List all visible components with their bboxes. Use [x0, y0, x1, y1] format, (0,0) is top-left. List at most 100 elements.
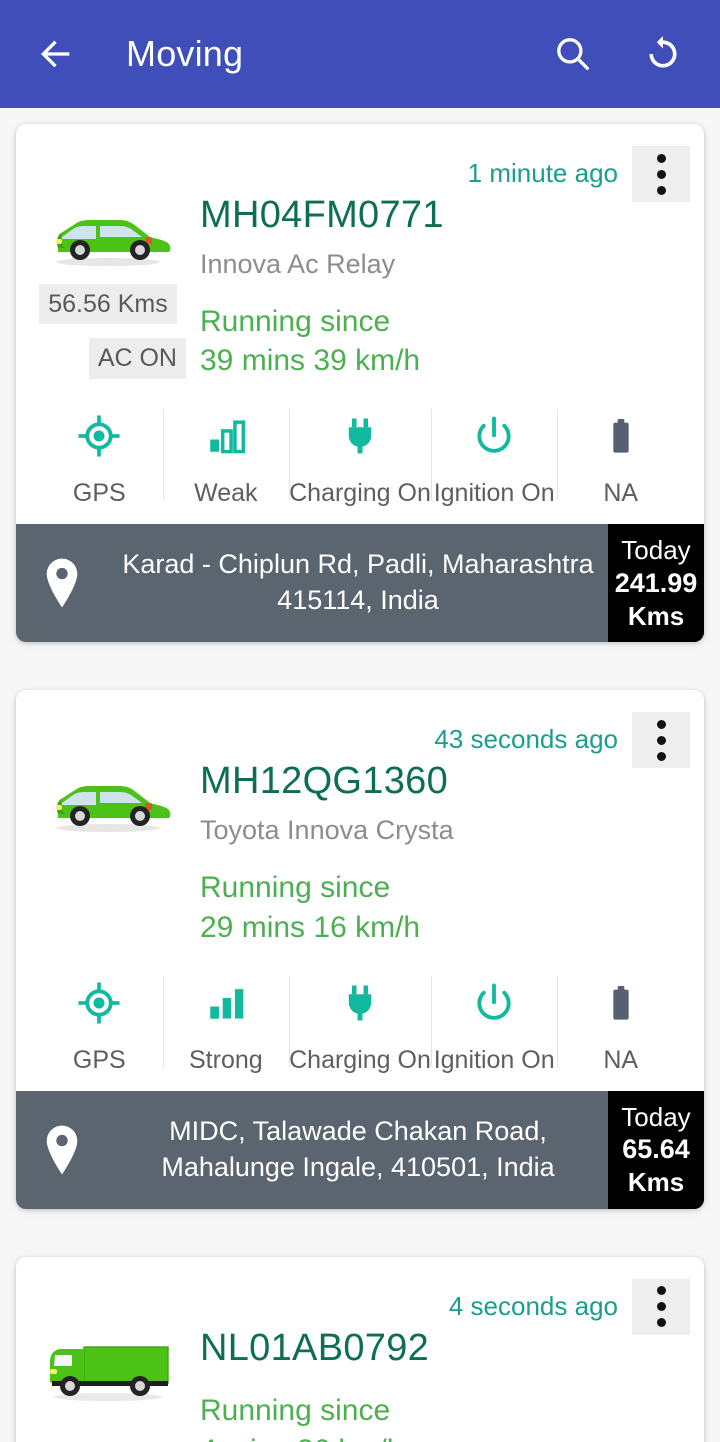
today-distance-unit: Kms	[627, 601, 685, 632]
status-label: GPS	[72, 1045, 126, 1074]
status-label: Charging On	[289, 1045, 431, 1074]
status-charging[interactable]: Charging On	[289, 407, 431, 508]
status-label: NA	[603, 1045, 639, 1074]
vehicle-info-column: NL01AB0792 Running since 4 mins 26 km/h	[186, 1325, 690, 1442]
card-header-row: 43 seconds ago	[30, 690, 690, 769]
card-header-row: 4 seconds ago	[30, 1257, 690, 1335]
running-status-line1: Running since	[200, 870, 391, 904]
vehicle-icon-column	[30, 1325, 186, 1405]
status-battery[interactable]: NA	[557, 974, 684, 1075]
card-main-row: 56.56 Kms AC ON MH04FM0771 Innova Ac Rel…	[30, 192, 690, 381]
gps-crosshair-icon	[77, 980, 121, 1026]
status-label: Strong	[189, 1045, 263, 1074]
today-label: Today	[621, 535, 691, 566]
address-footer[interactable]: MIDC, Talawade Chakan Road, Mahalunge In…	[16, 1090, 704, 1209]
page-title: Moving	[126, 33, 244, 74]
search-icon	[557, 38, 590, 71]
power-plug-icon	[339, 413, 381, 459]
ac-status-badge: AC ON	[88, 338, 186, 379]
kebab-dot	[656, 153, 666, 163]
status-indicator-row: GPS Weak Charging On Ignition On NA	[30, 407, 690, 524]
status-battery[interactable]: NA	[557, 407, 684, 508]
green-mpv-icon	[56, 220, 171, 266]
vehicle-plate-number: MH04FM0771	[200, 194, 444, 236]
status-label: Charging On	[289, 479, 431, 508]
signal-bars-icon	[205, 980, 247, 1026]
card-body: 1 minute ago 56.56 Kms AC ON MH04FM0771 …	[16, 124, 704, 524]
status-charging[interactable]: Charging On	[289, 974, 431, 1075]
app-bar: Moving	[0, 0, 720, 108]
vehicle-card[interactable]: 1 minute ago 56.56 Kms AC ON MH04FM0771 …	[16, 124, 704, 643]
today-distance-value: 65.64	[622, 1133, 690, 1164]
green-mpv-icon	[56, 786, 171, 833]
today-distance-box: Today 241.99 Kms	[608, 524, 704, 643]
status-signal[interactable]: Weak	[162, 407, 290, 508]
running-status-line2: 29 mins 16 km/h	[200, 910, 421, 944]
card-body: 4 seconds ago NL01AB0792 Running since	[16, 1257, 704, 1442]
location-pin-icon	[16, 1091, 108, 1209]
status-ignition[interactable]: Ignition On	[430, 407, 558, 508]
today-distance-box: Today 65.64 Kms	[608, 1090, 704, 1209]
today-label: Today	[621, 1101, 691, 1132]
running-status-line2: 39 mins 39 km/h	[200, 344, 421, 378]
address-text: Karad - Chiplun Rd, Padli, Maharashtra 4…	[122, 549, 594, 616]
battery-icon	[601, 413, 641, 459]
location-pin-icon	[16, 524, 108, 642]
gps-crosshair-icon	[77, 413, 121, 459]
status-label: NA	[603, 479, 639, 508]
battery-icon	[601, 980, 641, 1026]
address-footer[interactable]: Karad - Chiplun Rd, Padli, Maharashtra 4…	[16, 524, 704, 643]
running-status-line1: Running since	[200, 304, 391, 338]
card-main-row: MH12QG1360 Toyota Innova Crysta Running …	[30, 758, 690, 947]
green-truck-icon	[50, 1345, 169, 1401]
kebab-dot	[656, 1302, 666, 1312]
kebab-dot	[656, 719, 666, 729]
status-gps[interactable]: GPS	[36, 974, 163, 1075]
power-button-icon	[472, 980, 516, 1026]
vehicle-info-column: MH12QG1360 Toyota Innova Crysta Running …	[186, 758, 690, 947]
last-update-timestamp: 1 minute ago	[467, 158, 618, 188]
vehicle-list: 1 minute ago 56.56 Kms AC ON MH04FM0771 …	[0, 108, 720, 1442]
running-status-line1: Running since	[200, 1394, 391, 1428]
status-indicator-row: GPS Strong Charging On Ignition On NA	[30, 974, 690, 1091]
status-label: Ignition On	[433, 479, 555, 508]
status-ignition[interactable]: Ignition On	[430, 974, 558, 1075]
running-status: Running since 39 mins 39 km/h	[200, 302, 690, 382]
signal-bars-icon	[205, 413, 247, 459]
last-update-timestamp: 4 seconds ago	[448, 1290, 618, 1321]
power-plug-icon	[339, 980, 381, 1026]
vehicle-info-column: MH04FM0771 Innova Ac Relay Running since…	[186, 192, 690, 381]
vehicle-icon-column: 56.56 Kms AC ON	[30, 192, 186, 379]
vehicle-model-name: Innova Ac Relay	[200, 248, 396, 279]
status-label: GPS	[72, 479, 126, 508]
address-text: MIDC, Talawade Chakan Road, Mahalunge In…	[161, 1115, 555, 1182]
card-body: 43 seconds ago MH12QG1360 Toyota Innova …	[16, 690, 704, 1090]
vehicle-plate-number: MH12QG1360	[200, 760, 449, 803]
status-gps[interactable]: GPS	[36, 407, 163, 508]
power-button-icon	[472, 413, 516, 459]
refresh-button[interactable]	[634, 25, 692, 83]
search-button[interactable]	[544, 25, 602, 83]
status-signal[interactable]: Strong	[162, 974, 290, 1075]
vehicle-card[interactable]: 43 seconds ago MH12QG1360 Toyota Innova …	[16, 690, 704, 1209]
vehicle-card[interactable]: 4 seconds ago NL01AB0792 Running since	[16, 1256, 704, 1442]
running-status: Running since 29 mins 16 km/h	[200, 868, 690, 948]
vehicle-plate-number: NL01AB0792	[200, 1326, 430, 1369]
kebab-dot	[656, 169, 666, 179]
today-distance-value: 241.99	[614, 567, 698, 598]
running-status-line2: 4 mins 26 km/h	[200, 1431, 690, 1442]
card-main-row: NL01AB0792 Running since 4 mins 26 km/h	[30, 1325, 690, 1442]
status-label: Weak	[194, 479, 258, 508]
card-header-row: 1 minute ago	[30, 124, 690, 202]
back-button[interactable]	[28, 26, 84, 82]
status-label: Ignition On	[433, 1045, 555, 1074]
vehicle-model-name: Toyota Innova Crysta	[200, 814, 454, 845]
refresh-icon	[649, 36, 677, 68]
kebab-dot	[656, 1286, 666, 1296]
arrow-left-icon	[41, 40, 70, 68]
today-distance-unit: Kms	[627, 1167, 685, 1198]
distance-badge: 56.56 Kms	[39, 284, 177, 325]
kebab-dot	[656, 735, 666, 745]
vehicle-icon-column	[30, 758, 186, 836]
last-update-timestamp: 43 seconds ago	[434, 724, 618, 755]
